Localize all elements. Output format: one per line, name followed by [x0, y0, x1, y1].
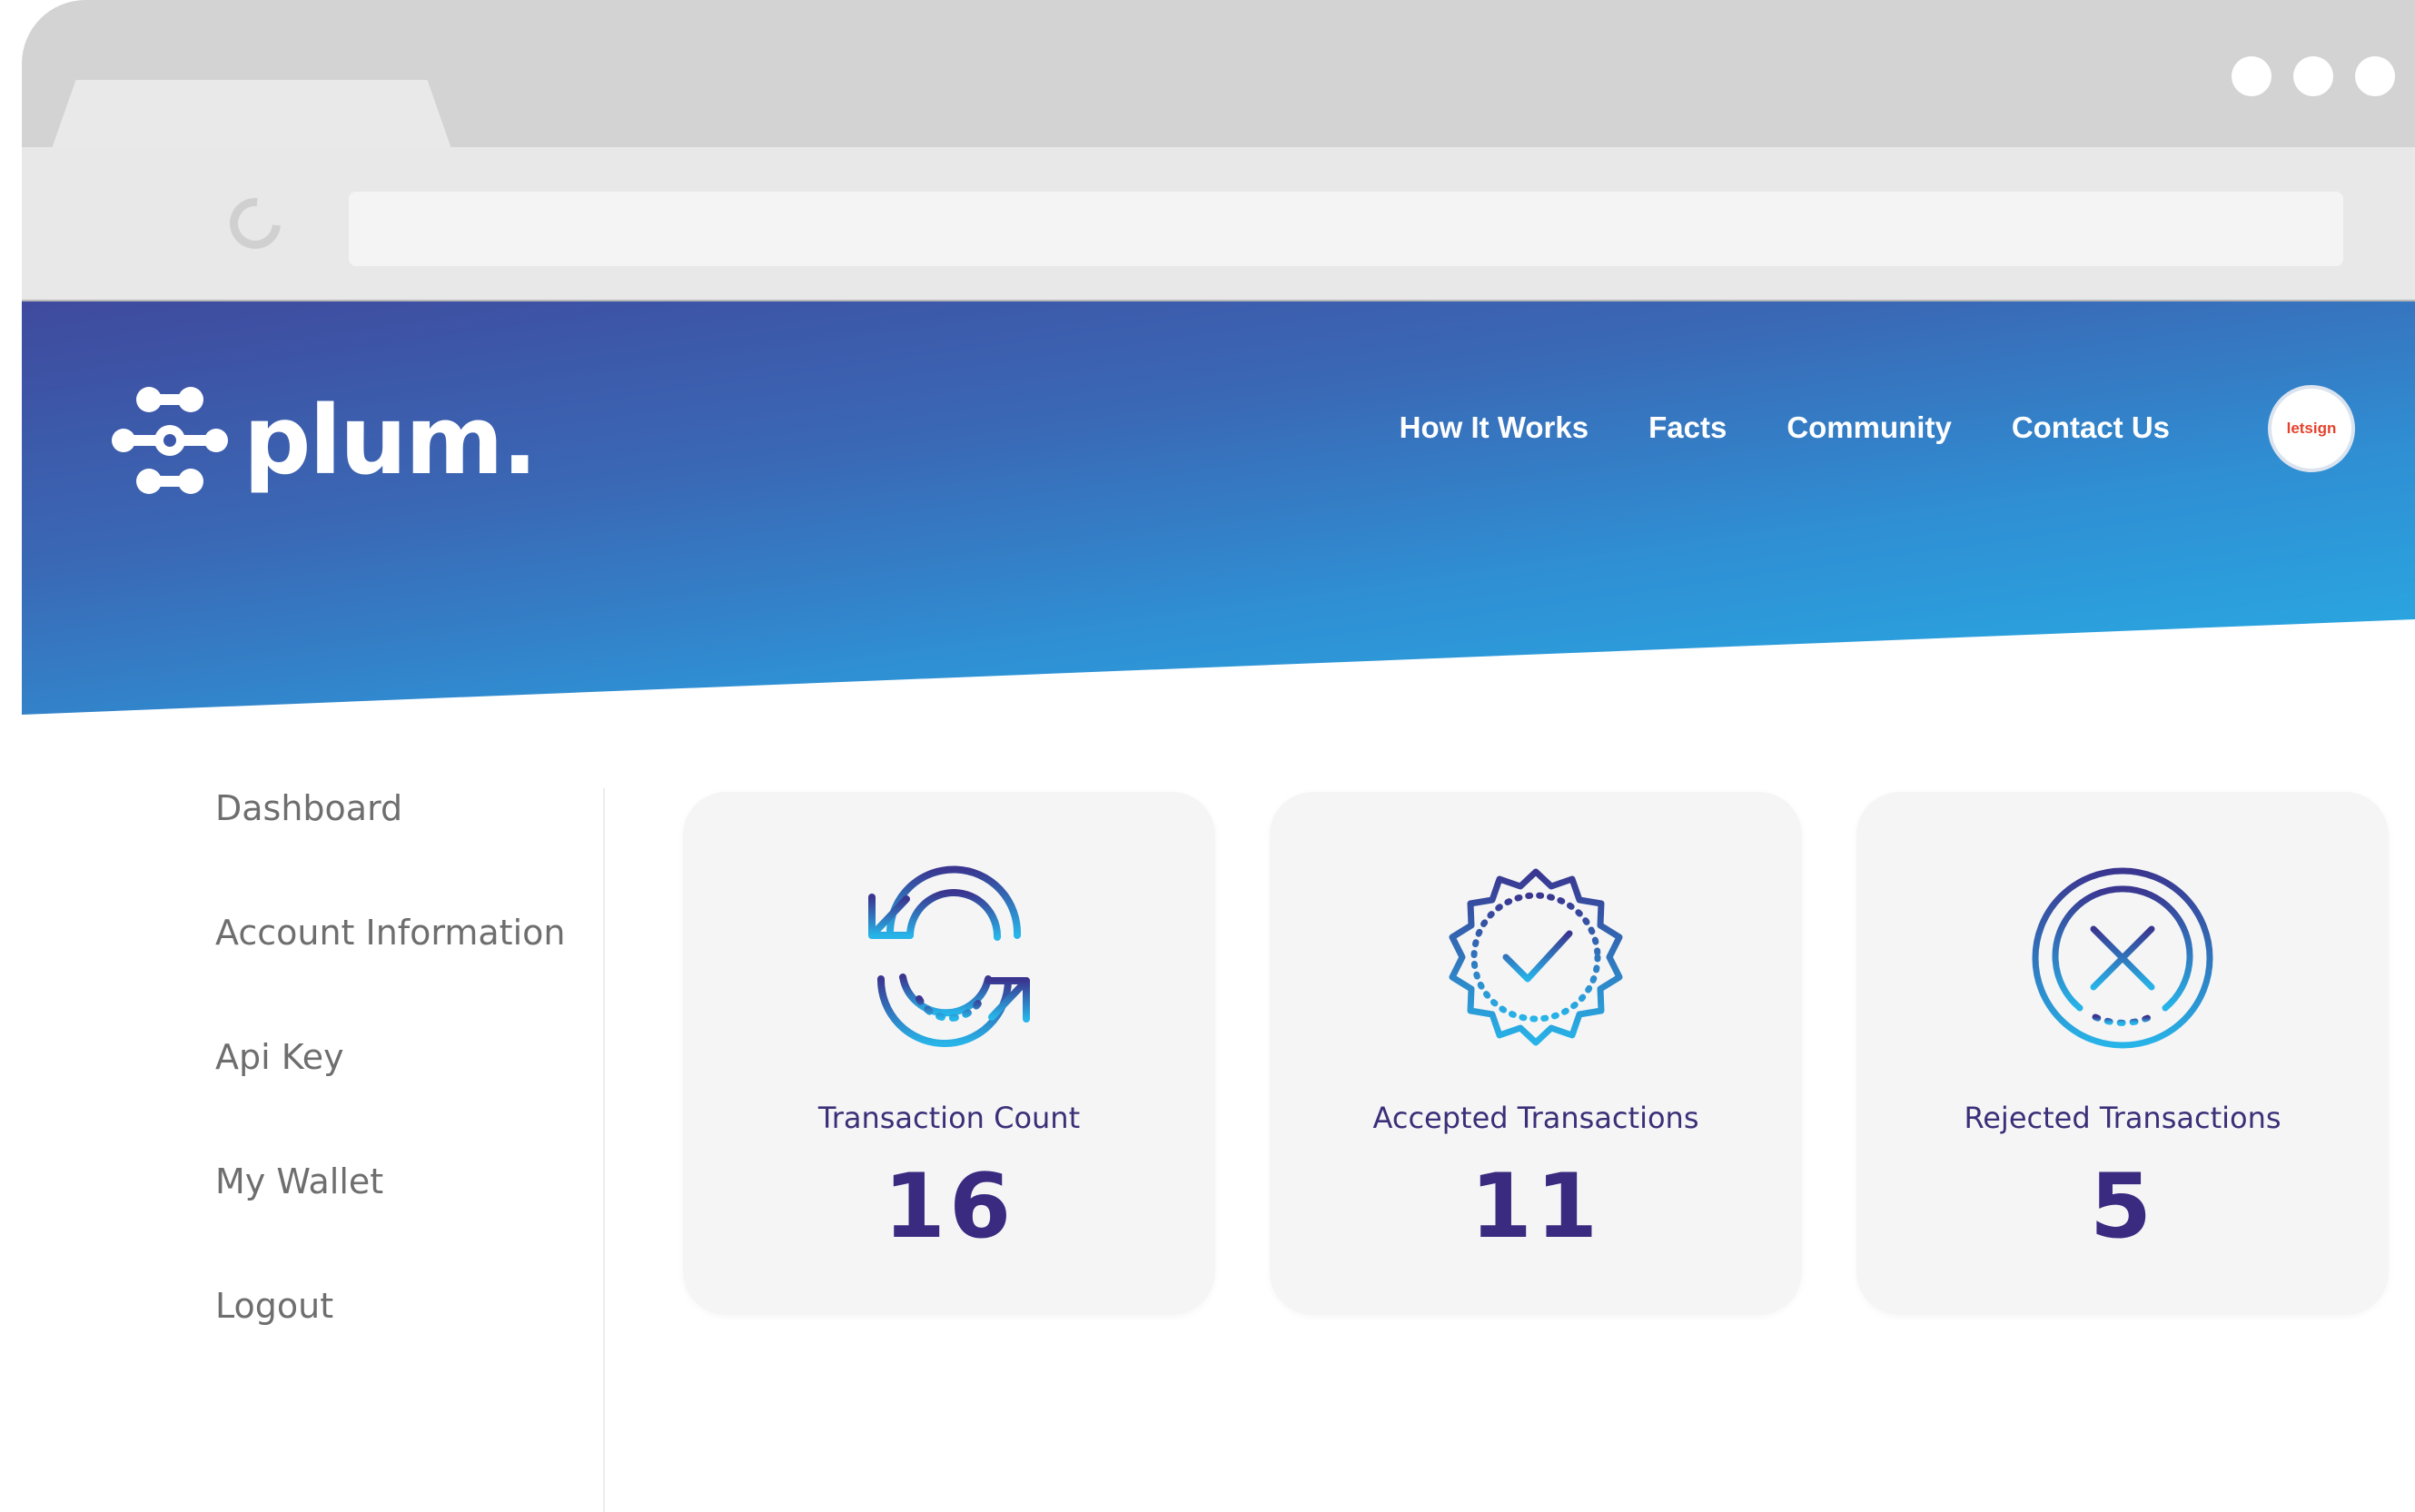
main-nav: How It Works Facts Community Contact Us: [1400, 410, 2170, 445]
brand-logo[interactable]: plum.: [111, 381, 538, 499]
sidebar-item-logout[interactable]: Logout: [215, 1286, 333, 1326]
sidebar-item-api-key[interactable]: Api Key: [215, 1037, 344, 1077]
stat-label: Rejected Transactions: [1964, 1101, 2281, 1135]
window-dot-icon[interactable]: [2355, 56, 2395, 96]
browser-tabstrip: [22, 0, 2415, 162]
stat-label: Accepted Transactions: [1372, 1101, 1699, 1135]
partner-badge-label: letsign: [2286, 420, 2337, 437]
plum-logo-icon: [112, 387, 228, 494]
stat-label: Transaction Count: [817, 1101, 1081, 1135]
brand-name: plum.: [243, 385, 538, 496]
stat-card-rejected-transactions: Rejected Transactions 5: [1856, 792, 2389, 1315]
window-dot-icon[interactable]: [2293, 56, 2333, 96]
stat-card-accepted-transactions: Accepted Transactions 11: [1270, 792, 1802, 1315]
nav-how-it-works[interactable]: How It Works: [1400, 410, 1589, 445]
site-header: plum. How It Works Facts Community Conta…: [22, 301, 2415, 715]
reload-icon[interactable]: [219, 187, 292, 260]
stat-value: 11: [1470, 1155, 1602, 1259]
page: plum. How It Works Facts Community Conta…: [0, 0, 2415, 1512]
window-dot-icon[interactable]: [2232, 56, 2271, 96]
browser-toolbar: [22, 147, 2415, 301]
nav-contact-us[interactable]: Contact Us: [2012, 410, 2170, 445]
browser-window: plum. How It Works Facts Community Conta…: [22, 0, 2415, 1512]
sidebar-item-account-information[interactable]: Account Information: [215, 913, 565, 953]
verified-badge-icon: [1449, 868, 1623, 1046]
reject-x-icon: [2032, 867, 2213, 1049]
window-controls: [2232, 56, 2415, 96]
stat-value: 16: [883, 1155, 1015, 1259]
refresh-icon: [868, 865, 1030, 1047]
stat-card-transaction-count: Transaction Count 16: [683, 792, 1215, 1315]
sidebar: Dashboard Account Information Api Key My…: [22, 788, 605, 1512]
nav-community[interactable]: Community: [1787, 410, 1952, 445]
sidebar-item-dashboard[interactable]: Dashboard: [215, 788, 402, 828]
partner-badge[interactable]: letsign: [2268, 385, 2355, 472]
sidebar-item-my-wallet[interactable]: My Wallet: [215, 1161, 383, 1201]
address-bar[interactable]: [349, 192, 2343, 266]
stat-value: 5: [2089, 1155, 2156, 1259]
nav-facts[interactable]: Facts: [1648, 410, 1727, 445]
